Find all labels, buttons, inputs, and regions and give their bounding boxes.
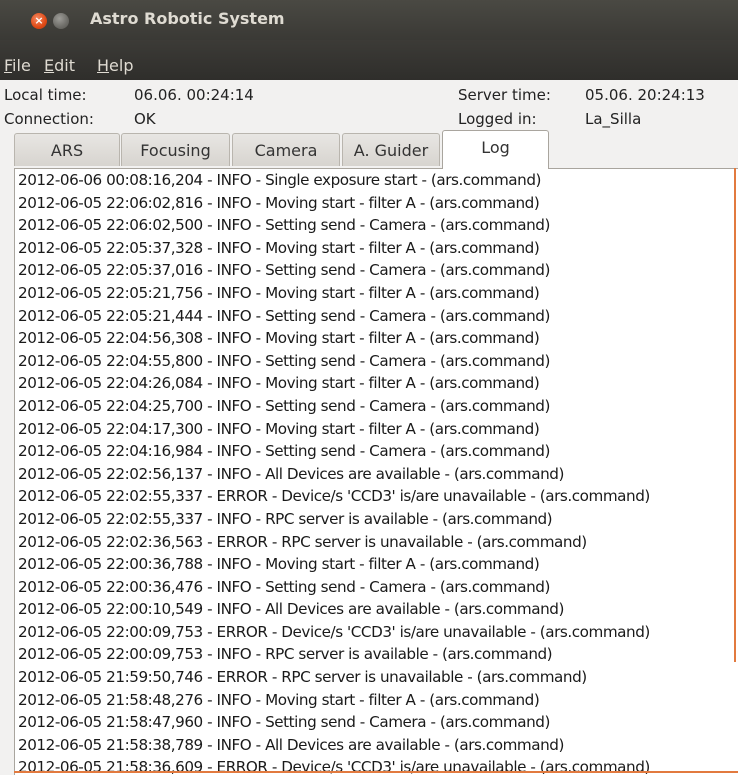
log-line: 2012-06-05 22:04:55,800 - INFO - Setting… (18, 351, 550, 370)
log-line: 2012-06-05 21:59:50,746 - ERROR - RPC se… (18, 668, 587, 687)
log-panel[interactable]: 2012-06-06 00:08:16,204 - INFO - Single … (14, 168, 738, 775)
log-line: 2012-06-05 22:00:36,788 - INFO - Moving … (18, 555, 540, 574)
log-line: 2012-06-05 22:05:37,016 - INFO - Setting… (18, 261, 550, 280)
close-icon: × (34, 14, 44, 27)
local-time-label: Local time: (4, 86, 87, 104)
menu-help[interactable]: Help (97, 56, 133, 75)
minimize-window-button[interactable] (53, 13, 69, 29)
close-window-button[interactable]: × (31, 13, 47, 29)
log-line: 2012-06-05 22:00:10,549 - INFO - All Dev… (18, 600, 564, 619)
window-title: Astro Robotic System (90, 9, 285, 28)
focus-border-right (734, 168, 736, 662)
connection-value: OK (134, 110, 156, 128)
menu-bar: File Edit Help (0, 40, 738, 80)
log-line: 2012-06-05 21:58:38,789 - INFO - All Dev… (18, 735, 564, 754)
tab-focusing[interactable]: Focusing (121, 133, 230, 166)
log-line: 2012-06-06 00:08:16,204 - INFO - Single … (18, 171, 542, 189)
tab-a-guider[interactable]: A. Guider (342, 133, 440, 166)
log-list: 2012-06-06 00:08:16,204 - INFO - Single … (18, 169, 650, 775)
log-line: 2012-06-05 22:04:17,300 - INFO - Moving … (18, 419, 540, 438)
tab-bar: ARS Focusing Camera A. Guider Log (14, 130, 736, 169)
log-line: 2012-06-05 22:04:26,084 - INFO - Moving … (18, 374, 540, 393)
tab-ars[interactable]: ARS (14, 133, 120, 166)
log-line: 2012-06-05 22:04:25,700 - INFO - Setting… (18, 396, 550, 415)
log-line: 2012-06-05 22:05:21,444 - INFO - Setting… (18, 306, 550, 325)
log-line: 2012-06-05 22:02:55,337 - INFO - RPC ser… (18, 509, 553, 528)
logged-in-value: La_Silla (585, 110, 642, 128)
log-line: 2012-06-05 22:00:09,753 - ERROR - Device… (18, 622, 650, 641)
log-line: 2012-06-05 22:06:02,500 - INFO - Setting… (18, 216, 550, 235)
log-line: 2012-06-05 22:05:37,328 - INFO - Moving … (18, 238, 540, 257)
title-bar: × Astro Robotic System (0, 0, 738, 40)
log-line: 2012-06-05 22:00:09,753 - INFO - RPC ser… (18, 645, 553, 664)
logged-in-label: Logged in: (458, 110, 537, 128)
local-time-value: 06.06. 00:24:14 (134, 86, 254, 104)
focus-border-bottom (14, 771, 738, 773)
tab-log[interactable]: Log (442, 130, 549, 169)
log-line: 2012-06-05 22:05:21,756 - INFO - Moving … (18, 283, 540, 302)
server-time-label: Server time: (458, 86, 551, 104)
tab-camera[interactable]: Camera (232, 133, 340, 166)
log-line: 2012-06-05 22:00:36,476 - INFO - Setting… (18, 577, 550, 596)
log-line: 2012-06-05 21:58:47,960 - INFO - Setting… (18, 713, 550, 732)
log-line: 2012-06-05 22:02:56,137 - INFO - All Dev… (18, 464, 564, 483)
connection-label: Connection: (4, 110, 94, 128)
menu-edit[interactable]: Edit (44, 56, 75, 75)
log-line: 2012-06-05 22:06:02,816 - INFO - Moving … (18, 193, 540, 212)
log-line: 2012-06-05 21:58:48,276 - INFO - Moving … (18, 690, 540, 709)
menu-file[interactable]: File (4, 56, 31, 75)
log-line: 2012-06-05 22:04:16,984 - INFO - Setting… (18, 442, 550, 461)
server-time-value: 05.06. 20:24:13 (585, 86, 705, 104)
log-line: 2012-06-05 22:02:55,337 - ERROR - Device… (18, 487, 650, 506)
log-line: 2012-06-05 22:02:36,563 - ERROR - RPC se… (18, 532, 587, 551)
log-line: 2012-06-05 22:04:56,308 - INFO - Moving … (18, 329, 540, 348)
